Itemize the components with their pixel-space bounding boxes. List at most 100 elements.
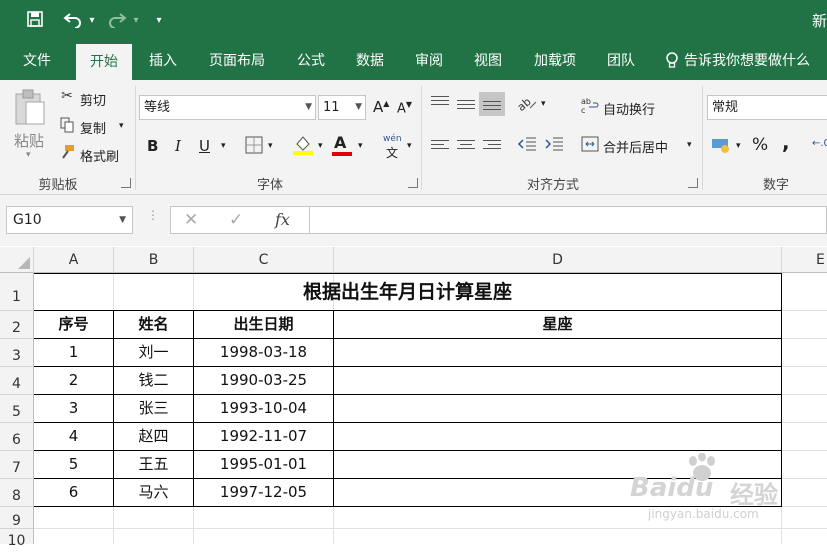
- data-cell-name[interactable]: 马六: [114, 479, 193, 506]
- column-header-b[interactable]: B: [114, 247, 194, 273]
- tell-me-box[interactable]: 告诉我你想要做什么: [684, 42, 824, 80]
- header-cell-birthdate[interactable]: 出生日期: [194, 311, 333, 338]
- tab-formulas[interactable]: 公式: [286, 42, 336, 80]
- format-painter-icon[interactable]: [58, 144, 76, 164]
- data-cell-zodiac[interactable]: [334, 423, 781, 450]
- font-name-combo[interactable]: 等线 ▼: [139, 95, 316, 120]
- borders-dropdown-icon[interactable]: ▾: [268, 141, 273, 151]
- tab-data[interactable]: 数据: [345, 42, 395, 80]
- merge-center-icon[interactable]: [580, 135, 600, 157]
- row-header-8[interactable]: 8: [0, 479, 34, 507]
- font-color-dropdown-icon[interactable]: ▾: [358, 141, 363, 151]
- merge-center-button[interactable]: 合并后居中: [603, 137, 668, 156]
- tab-insert[interactable]: 插入: [138, 42, 188, 80]
- cancel-icon[interactable]: ✕: [184, 210, 198, 230]
- row-header-6[interactable]: 6: [0, 423, 34, 451]
- data-cell-name[interactable]: 赵四: [114, 423, 193, 450]
- data-cell-index[interactable]: 5: [34, 451, 113, 478]
- data-cell-birthdate[interactable]: 1990-03-25: [194, 367, 333, 394]
- data-cell-name[interactable]: 张三: [114, 395, 193, 422]
- align-top-icon[interactable]: [431, 96, 449, 110]
- copy-dropdown-icon[interactable]: ▾: [119, 121, 124, 131]
- phonetic-button[interactable]: wén: [383, 134, 402, 144]
- redo-dropdown[interactable]: ▾: [130, 10, 142, 32]
- data-cell-name[interactable]: 钱二: [114, 367, 193, 394]
- shrink-font-button[interactable]: A▼: [397, 100, 412, 116]
- row-header-9[interactable]: 9: [0, 507, 34, 529]
- alignment-launcher-icon[interactable]: [688, 178, 698, 188]
- grow-font-button[interactable]: A▲: [373, 98, 389, 116]
- save-icon[interactable]: [25, 10, 45, 32]
- customize-quick-access[interactable]: ▾: [152, 10, 166, 32]
- sheet-title-cell[interactable]: 根据出生年月日计算星座: [34, 274, 781, 310]
- header-cell-index[interactable]: 序号: [34, 311, 113, 338]
- data-cell-zodiac[interactable]: [334, 395, 781, 422]
- wrap-text-icon[interactable]: ab c: [580, 96, 600, 118]
- data-cell-birthdate[interactable]: 1993-10-04: [194, 395, 333, 422]
- drag-handle-icon[interactable]: ⋮: [147, 209, 159, 221]
- insert-function-icon[interactable]: fx: [275, 210, 290, 229]
- data-cell-index[interactable]: 3: [34, 395, 113, 422]
- row-header-1[interactable]: 1: [0, 273, 34, 311]
- tab-file[interactable]: 文件: [12, 42, 62, 80]
- header-cell-zodiac[interactable]: 星座: [334, 311, 781, 338]
- tab-team[interactable]: 团队: [597, 42, 645, 80]
- fill-color-icon[interactable]: [292, 134, 314, 160]
- data-cell-index[interactable]: 2: [34, 367, 113, 394]
- tab-view[interactable]: 视图: [463, 42, 513, 80]
- align-right-icon[interactable]: [483, 140, 501, 154]
- undo-icon[interactable]: [62, 10, 84, 32]
- format-painter-button[interactable]: 格式刷: [80, 146, 119, 165]
- column-header-a[interactable]: A: [34, 247, 114, 273]
- font-launcher-icon[interactable]: [408, 178, 418, 188]
- currency-icon[interactable]: [711, 136, 733, 158]
- cut-button[interactable]: 剪切: [80, 90, 106, 109]
- column-header-c[interactable]: C: [194, 247, 334, 273]
- fill-color-dropdown-icon[interactable]: ▾: [318, 141, 323, 151]
- data-cell-index[interactable]: 1: [34, 339, 113, 366]
- font-size-combo[interactable]: 11 ▼: [318, 95, 366, 120]
- orientation-icon[interactable]: ab: [515, 94, 538, 116]
- increase-indent-icon[interactable]: [543, 136, 565, 156]
- undo-dropdown[interactable]: ▾: [86, 10, 98, 32]
- font-color-button[interactable]: A: [334, 133, 346, 152]
- align-middle-icon[interactable]: [457, 100, 475, 114]
- redo-icon[interactable]: [106, 10, 128, 32]
- underline-button[interactable]: U: [199, 137, 210, 155]
- data-cell-name[interactable]: 刘一: [114, 339, 193, 366]
- orientation-dropdown-icon[interactable]: ▾: [541, 99, 546, 109]
- formula-input[interactable]: [310, 206, 827, 234]
- tab-addins[interactable]: 加载项: [523, 42, 587, 80]
- copy-button[interactable]: 复制: [80, 118, 106, 137]
- percent-button[interactable]: %: [752, 135, 768, 155]
- data-cell-name[interactable]: 王五: [114, 451, 193, 478]
- copy-icon[interactable]: [58, 117, 76, 137]
- bold-button[interactable]: B: [147, 137, 158, 155]
- paste-button[interactable]: 粘贴: [14, 130, 44, 151]
- decrease-indent-icon[interactable]: [516, 136, 538, 156]
- header-cell-name[interactable]: 姓名: [114, 311, 193, 338]
- increase-decimal-icon[interactable]: ←.0: [812, 138, 827, 149]
- row-header-4[interactable]: 4: [0, 367, 34, 395]
- data-cell-birthdate[interactable]: 1998-03-18: [194, 339, 333, 366]
- row-header-7[interactable]: 7: [0, 451, 34, 479]
- paste-dropdown-icon[interactable]: ▾: [26, 150, 31, 160]
- number-format-combo[interactable]: 常规: [707, 95, 827, 120]
- currency-dropdown-icon[interactable]: ▾: [736, 141, 741, 151]
- tab-home[interactable]: 开始: [76, 44, 132, 80]
- row-header-5[interactable]: 5: [0, 395, 34, 423]
- data-cell-index[interactable]: 4: [34, 423, 113, 450]
- align-center-icon[interactable]: [457, 140, 475, 154]
- data-cell-index[interactable]: 6: [34, 479, 113, 506]
- clipboard-launcher-icon[interactable]: [121, 178, 131, 188]
- wrap-text-button[interactable]: 自动换行: [603, 99, 655, 118]
- data-cell-zodiac[interactable]: [334, 367, 781, 394]
- data-cell-zodiac[interactable]: [334, 339, 781, 366]
- phonetic-dropdown-icon[interactable]: ▾: [407, 141, 412, 151]
- name-box[interactable]: G10 ▼: [6, 206, 133, 234]
- enter-icon[interactable]: ✓: [229, 210, 243, 230]
- row-header-10[interactable]: 10: [0, 529, 34, 549]
- align-left-icon[interactable]: [431, 140, 449, 154]
- italic-button[interactable]: I: [175, 137, 181, 155]
- select-all-button[interactable]: [0, 247, 34, 273]
